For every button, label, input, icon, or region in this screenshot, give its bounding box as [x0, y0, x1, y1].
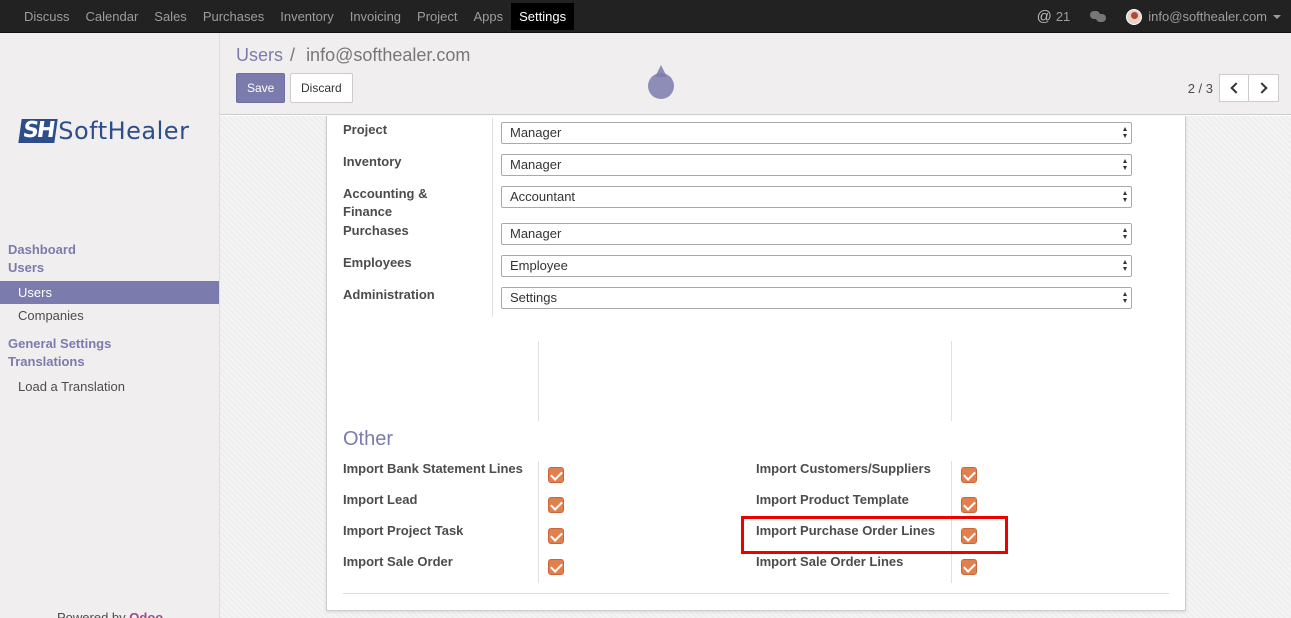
menu-settings[interactable]: Settings: [511, 3, 575, 30]
mentions-count: 21: [1055, 9, 1071, 24]
mentions-button[interactable]: @ 21: [1027, 0, 1081, 33]
menu-calendar[interactable]: Calendar: [78, 3, 147, 30]
label-import-project-task: Import Project Task: [343, 523, 464, 538]
menu-sales[interactable]: Sales: [146, 3, 195, 30]
avatar: [1126, 8, 1143, 25]
sidebar-item-users[interactable]: Users: [0, 281, 219, 304]
label-administration: Administration: [343, 287, 435, 302]
field-divider: [492, 118, 493, 317]
label-inventory: Inventory: [343, 154, 402, 169]
select-arrow-icon: [1123, 228, 1128, 240]
pager: 2 / 3: [1188, 74, 1279, 102]
pager-next-button[interactable]: [1249, 74, 1279, 102]
section-title-other: Other: [343, 428, 394, 450]
sidebar: SH SoftHealer Dashboard Users Users Comp…: [0, 33, 220, 618]
select-administration[interactable]: Settings: [501, 287, 1132, 309]
select-inventory[interactable]: Manager: [501, 154, 1132, 176]
select-employees[interactable]: Employee: [501, 255, 1132, 277]
cursor-drop-icon: [647, 65, 675, 101]
sidebar-group-general-settings[interactable]: General Settings: [0, 335, 219, 353]
systray: @ 21 info@softhealer.com: [1027, 0, 1291, 33]
control-panel: Users / info@softhealer.com Save Discard…: [220, 33, 1291, 115]
logo-mark: SH: [18, 118, 58, 143]
user-menu[interactable]: info@softhealer.com: [1116, 0, 1291, 33]
menu-apps[interactable]: Apps: [466, 3, 512, 30]
grid-divider: [951, 341, 952, 421]
label-import-bank-statement-lines: Import Bank Statement Lines: [343, 461, 523, 476]
checkbox-import-customers-suppliers[interactable]: [961, 467, 977, 483]
chevron-left-icon: [1229, 82, 1242, 94]
menu-discuss[interactable]: Discuss: [16, 3, 78, 30]
sidebar-group-translations[interactable]: Translations: [0, 353, 219, 371]
checkbox-import-lead[interactable]: [548, 497, 564, 513]
menu-inventory[interactable]: Inventory: [272, 3, 341, 30]
chevron-right-icon: [1256, 82, 1268, 94]
label-project: Project: [343, 122, 388, 137]
menu-project[interactable]: Project: [409, 3, 465, 30]
label-import-sale-order: Import Sale Order: [343, 554, 453, 569]
odoo-link[interactable]: Odoo: [129, 610, 163, 618]
top-navbar: Discuss Calendar Sales Purchases Invento…: [0, 0, 1291, 33]
breadcrumb-separator: /: [290, 45, 296, 65]
menu-purchases[interactable]: Purchases: [195, 3, 272, 30]
select-arrow-icon: [1123, 159, 1128, 171]
label-import-lead: Import Lead: [343, 492, 418, 507]
sidebar-item-load-translation[interactable]: Load a Translation: [0, 375, 219, 398]
at-icon: @: [1036, 8, 1052, 25]
highlight-box: [741, 516, 1008, 554]
select-arrow-icon: [1123, 292, 1128, 304]
label-import-product-template: Import Product Template: [756, 492, 909, 507]
caret-down-icon: [1273, 14, 1281, 19]
checkbox-import-sale-order-lines[interactable]: [961, 559, 977, 575]
pager-value: 2 / 3: [1187, 80, 1213, 96]
sidebar-nav: Dashboard Users Users Companies General …: [0, 241, 219, 398]
sheet-divider: [343, 593, 1169, 594]
checkbox-import-project-task[interactable]: [548, 528, 564, 544]
app-menu: Discuss Calendar Sales Purchases Invento…: [16, 3, 575, 30]
sidebar-group-dashboard[interactable]: Dashboard: [0, 241, 219, 259]
save-button[interactable]: Save: [236, 73, 286, 103]
sidebar-item-companies[interactable]: Companies: [0, 304, 219, 327]
checkbox-import-product-template[interactable]: [961, 497, 977, 513]
select-arrow-icon: [1123, 191, 1128, 203]
label-import-customers-suppliers: Import Customers/Suppliers: [756, 461, 931, 476]
breadcrumb-users[interactable]: Users: [236, 45, 283, 65]
menu-invoicing[interactable]: Invoicing: [342, 3, 409, 30]
grid-divider: [538, 341, 539, 421]
label-employees: Employees: [343, 255, 412, 270]
other-divider-left: [538, 461, 539, 583]
user-email: info@softhealer.com: [1148, 9, 1267, 24]
breadcrumb-current: info@softhealer.com: [306, 45, 471, 65]
discard-button[interactable]: Discard: [290, 73, 353, 103]
label-import-sale-order-lines: Import Sale Order Lines: [756, 554, 904, 569]
select-arrow-icon: [1123, 127, 1128, 139]
label-accounting-finance: Accounting & Finance: [343, 186, 428, 219]
chat-icon: [1090, 10, 1107, 23]
powered-by: Powered by Odoo: [57, 610, 163, 618]
sidebar-group-users[interactable]: Users: [0, 259, 219, 277]
company-logo: SH SoftHealer: [18, 117, 190, 145]
select-purchases[interactable]: Manager: [501, 223, 1132, 245]
label-purchases: Purchases: [343, 223, 409, 238]
select-project[interactable]: Manager: [501, 122, 1132, 144]
select-arrow-icon: [1123, 260, 1128, 272]
chat-button[interactable]: [1080, 0, 1116, 33]
breadcrumb: Users / info@softhealer.com: [236, 45, 470, 66]
checkbox-import-sale-order[interactable]: [548, 559, 564, 575]
pager-previous-button[interactable]: [1219, 74, 1249, 102]
select-accounting-finance[interactable]: Accountant: [501, 186, 1132, 208]
logo-text: SoftHealer: [58, 117, 190, 145]
checkbox-import-bank-statement-lines[interactable]: [548, 467, 564, 483]
powered-prefix: Powered by: [57, 610, 126, 618]
